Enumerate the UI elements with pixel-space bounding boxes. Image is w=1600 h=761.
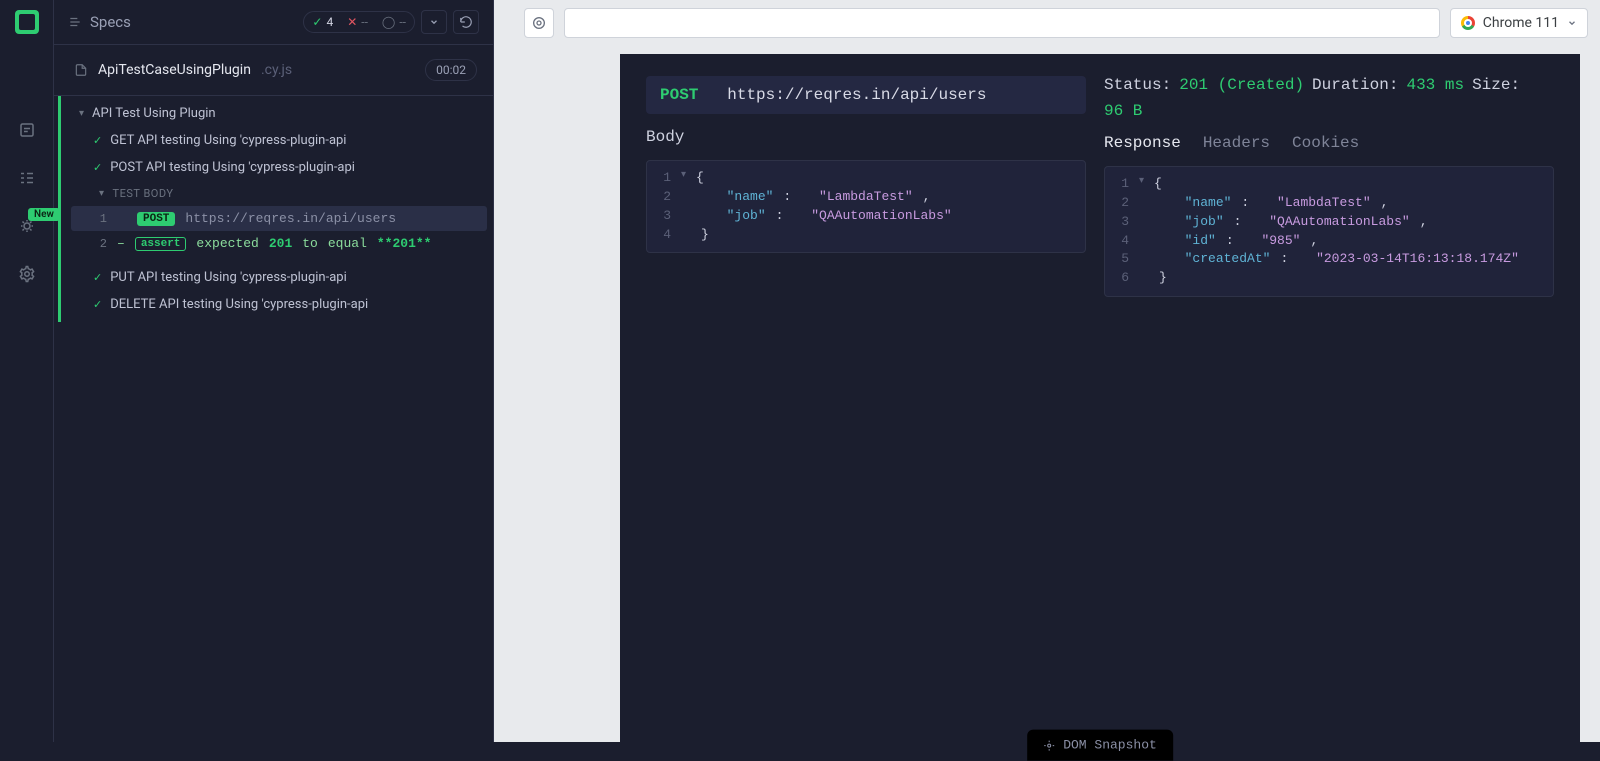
command-url: https://reqres.in/api/users xyxy=(185,211,396,226)
spec-duration: 00:02 xyxy=(425,59,477,81)
options-chevron-button[interactable] xyxy=(421,10,447,34)
code-line: 1▾{ xyxy=(657,169,1075,188)
request-method: POST xyxy=(660,86,698,104)
code-line: 4} xyxy=(657,226,1075,245)
request-body-box: 1▾{ 2 "name": "LambdaTest", 3 "job": "QA… xyxy=(646,160,1086,253)
url-input[interactable] xyxy=(564,8,1440,38)
response-tabs: Response Headers Cookies xyxy=(1104,134,1554,152)
icon-rail: New xyxy=(0,0,54,742)
request-column: POST https://reqres.in/api/users Body 1▾… xyxy=(646,76,1086,720)
url-toolbar: Chrome 111 xyxy=(512,0,1600,46)
specs-title[interactable]: Specs xyxy=(68,13,131,31)
fail-x-icon: ✕ xyxy=(347,15,357,29)
method-badge: POST xyxy=(137,212,175,226)
spec-file-ext: .cy.js xyxy=(261,62,292,78)
pending-count: -- xyxy=(399,15,406,29)
tests-tree: ▾ API Test Using Plugin ✓ GET API testin… xyxy=(58,96,493,322)
check-icon: ✓ xyxy=(93,298,102,311)
test-row-put[interactable]: ✓ PUT API testing Using 'cypress-plugin-… xyxy=(71,264,487,291)
collapse-caret-icon[interactable]: ▾ xyxy=(681,169,686,188)
test-stats: ✓ 4 ✕ -- ◯ -- xyxy=(303,10,479,34)
chevron-down-icon: ▾ xyxy=(99,188,105,199)
assert-badge: assert xyxy=(135,237,187,251)
chevron-down-icon xyxy=(1567,18,1577,28)
cypress-logo-icon[interactable] xyxy=(15,10,39,34)
describe-row[interactable]: ▾ API Test Using Plugin xyxy=(71,100,487,127)
reload-button[interactable] xyxy=(453,10,479,34)
code-line: 2 "name": "LambdaTest", xyxy=(657,188,1075,207)
aut-frame: POST https://reqres.in/api/users Body 1▾… xyxy=(620,54,1580,742)
reload-icon xyxy=(459,15,473,29)
resize-gutter[interactable] xyxy=(494,0,512,742)
code-line: 3 "job": "QAAutomationLabs" xyxy=(657,207,1075,226)
stats-pill: ✓ 4 ✕ -- ◯ -- xyxy=(303,11,415,33)
chevron-down-icon xyxy=(429,17,439,27)
code-line: 2 "name": "LambdaTest", xyxy=(1115,194,1543,213)
body-label: Body xyxy=(646,128,1086,146)
response-status-line: Status: 201 (Created) Duration: 433 ms S… xyxy=(1104,76,1554,120)
code-line: 1▾{ xyxy=(1115,175,1543,194)
settings-icon[interactable] xyxy=(17,264,37,284)
code-line: 3 "job": "QAAutomationLabs", xyxy=(1115,213,1543,232)
check-icon: ✓ xyxy=(93,134,102,147)
chrome-icon xyxy=(1461,16,1475,30)
target-icon xyxy=(531,15,547,31)
test-row-get[interactable]: ✓ GET API testing Using 'cypress-plugin-… xyxy=(71,127,487,154)
pass-count: 4 xyxy=(326,15,333,29)
reporter-header: Specs ✓ 4 ✕ -- ◯ -- xyxy=(54,0,493,45)
code-line: 5 "createdAt": "2023-03-14T16:13:18.174Z… xyxy=(1115,250,1543,269)
status-value: 201 (Created) xyxy=(1179,76,1304,94)
test-row-post[interactable]: ✓ POST API testing Using 'cypress-plugin… xyxy=(71,154,487,181)
pending-icon: ◯ xyxy=(382,15,395,29)
check-icon: ✓ xyxy=(93,161,102,174)
reporter-panel: Specs ✓ 4 ✕ -- ◯ -- ApiTestCaseUsi xyxy=(54,0,494,742)
browser-selector[interactable]: Chrome 111 xyxy=(1450,8,1588,38)
code-line: 4 "id": "985", xyxy=(1115,232,1543,251)
request-bar: POST https://reqres.in/api/users xyxy=(646,76,1086,114)
test-row-delete[interactable]: ✓ DELETE API testing Using 'cypress-plug… xyxy=(71,291,487,318)
collapse-icon xyxy=(68,15,82,29)
tab-headers[interactable]: Headers xyxy=(1203,134,1270,152)
check-icon: ✓ xyxy=(93,271,102,284)
spec-file-name: ApiTestCaseUsingPlugin xyxy=(98,62,251,78)
collapse-caret-icon[interactable]: ▾ xyxy=(1139,175,1144,194)
command-row-assert[interactable]: 2 – assert expected 201 to equal **201** xyxy=(71,231,487,256)
runs-icon[interactable] xyxy=(17,168,37,188)
duration-value: 433 ms xyxy=(1406,76,1464,94)
request-url: https://reqres.in/api/users xyxy=(727,86,986,104)
response-body-box: 1▾{ 2 "name": "LambdaTest", 3 "job": "QA… xyxy=(1104,166,1554,297)
tab-cookies[interactable]: Cookies xyxy=(1292,134,1359,152)
response-column: Status: 201 (Created) Duration: 433 ms S… xyxy=(1104,76,1554,720)
selector-playground-button[interactable] xyxy=(524,8,554,38)
pin-icon xyxy=(1043,739,1055,751)
command-row-post[interactable]: 1 POST https://reqres.in/api/users xyxy=(71,206,487,231)
file-icon xyxy=(74,63,88,77)
dom-snapshot-pill[interactable]: DOM Snapshot xyxy=(1027,730,1173,761)
chevron-down-icon: ▾ xyxy=(79,108,84,119)
specs-icon[interactable] xyxy=(17,120,37,140)
tab-response[interactable]: Response xyxy=(1104,134,1181,152)
test-body-label[interactable]: ▾ TEST BODY xyxy=(71,181,487,206)
fail-count: -- xyxy=(361,15,368,29)
new-badge: New xyxy=(28,208,60,221)
spec-file-row[interactable]: ApiTestCaseUsingPlugin .cy.js 00:02 xyxy=(54,45,493,96)
size-value: 96 B xyxy=(1104,102,1142,120)
code-line: 6} xyxy=(1115,269,1543,288)
app-preview-area: Chrome 111 POST https://reqres.in/api/us… xyxy=(512,0,1600,742)
pass-check-icon: ✓ xyxy=(312,15,322,29)
